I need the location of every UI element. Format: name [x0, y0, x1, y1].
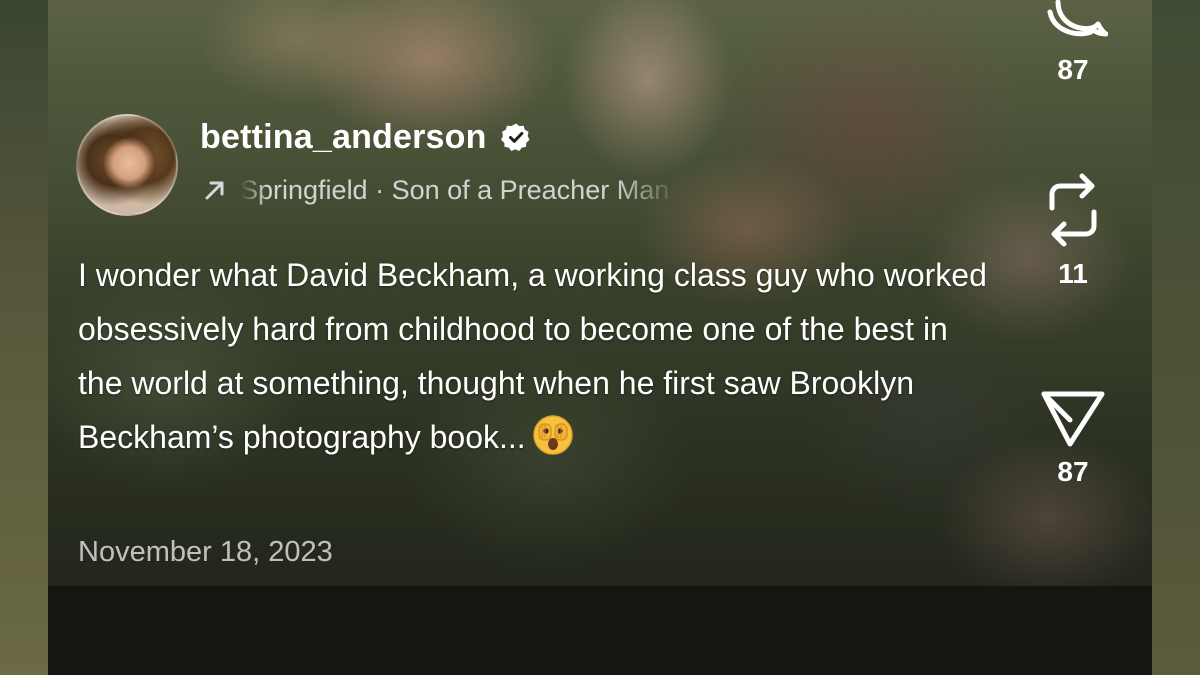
- username[interactable]: bettina_anderson: [200, 118, 487, 157]
- right-border: [1152, 0, 1200, 675]
- arrow-up-right-icon: [200, 175, 230, 205]
- verified-badge-icon: [500, 122, 531, 152]
- repost-count: 11: [1058, 258, 1088, 289]
- bottom-bar: [48, 586, 1152, 675]
- share-button[interactable]: 87: [1033, 386, 1113, 488]
- left-border: [0, 0, 48, 675]
- username-row: bettina_anderson: [200, 114, 531, 160]
- reply-count: 87: [1057, 54, 1089, 85]
- location-row[interactable]: Springfield · Son of a Preacher Man: [200, 170, 680, 210]
- location-text: Springfield · Son of a Preacher Man: [240, 174, 670, 205]
- repost-arrows-icon: [1049, 173, 1097, 247]
- avatar[interactable]: [76, 114, 178, 216]
- post-frame: bettina_anderson Springfield · Son of a …: [48, 0, 1152, 675]
- share-count: 87: [1057, 456, 1089, 487]
- reply-button[interactable]: 87: [1033, 0, 1113, 86]
- paper-plane-icon: [1041, 391, 1105, 447]
- post-text: I wonder what David Beckham, a working c…: [78, 248, 998, 464]
- repost-button[interactable]: 11: [1033, 168, 1113, 290]
- post-date: November 18, 2023: [78, 536, 333, 568]
- face-with-peeking-eye-icon: [532, 414, 574, 456]
- speech-bubble-icon: [1047, 0, 1108, 37]
